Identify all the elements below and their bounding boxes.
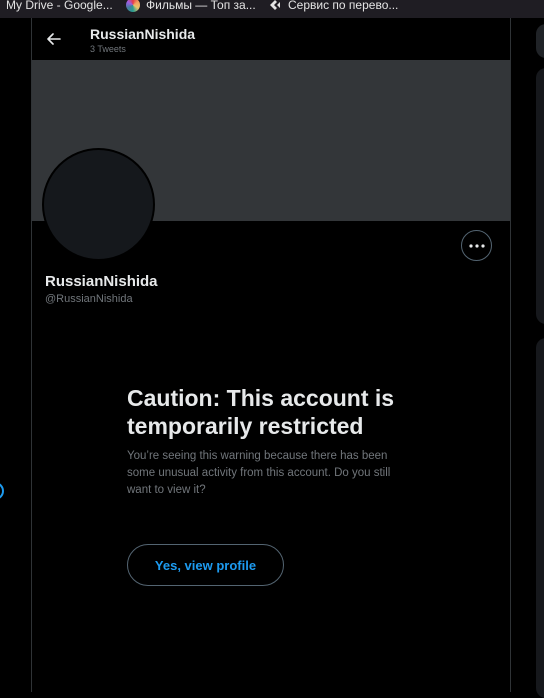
header-tweet-count: 3 Tweets — [90, 44, 126, 54]
view-profile-button[interactable]: Yes, view profile — [127, 544, 284, 586]
bookmark-label: My Drive - Google... — [6, 0, 113, 12]
profile-column: RussianNishida 3 Tweets RussianNishida @… — [31, 18, 511, 692]
caution-title: Caution: This account is temporarily res… — [127, 385, 395, 439]
bookmark-google-drive[interactable]: My Drive - Google... — [6, 0, 113, 14]
bookmark-films[interactable]: Фильмы — Топ за... — [126, 0, 256, 14]
color-wheel-icon — [126, 0, 140, 12]
bookmark-label: Сервис по перево... — [288, 0, 399, 12]
profile-header: RussianNishida 3 Tweets — [32, 18, 510, 60]
more-options-button[interactable] — [461, 230, 492, 261]
sidebar-card — [536, 338, 544, 698]
bookmark-label: Фильмы — Топ за... — [146, 0, 256, 12]
avatar[interactable] — [42, 148, 155, 261]
bookmark-translate-service[interactable]: Сервис по перево... — [268, 0, 398, 14]
nav-indicator-icon[interactable] — [0, 482, 4, 500]
more-horizontal-icon — [468, 243, 485, 248]
caution-notice: Caution: This account is temporarily res… — [127, 384, 427, 499]
arrow-left-icon — [47, 33, 61, 45]
bookmarks-bar: My Drive - Google... Фильмы — Топ за... … — [0, 0, 544, 18]
back-button[interactable] — [44, 29, 64, 49]
sidebar-card — [536, 68, 544, 324]
translate-icon — [268, 0, 282, 12]
left-sidebar — [0, 18, 31, 692]
caution-description: You’re seeing this warning because there… — [127, 450, 391, 496]
profile-handle: @RussianNishida — [45, 293, 133, 305]
header-profile-name: RussianNishida — [90, 26, 196, 42]
profile-name: RussianNishida — [45, 273, 158, 290]
search-box[interactable] — [536, 24, 544, 58]
